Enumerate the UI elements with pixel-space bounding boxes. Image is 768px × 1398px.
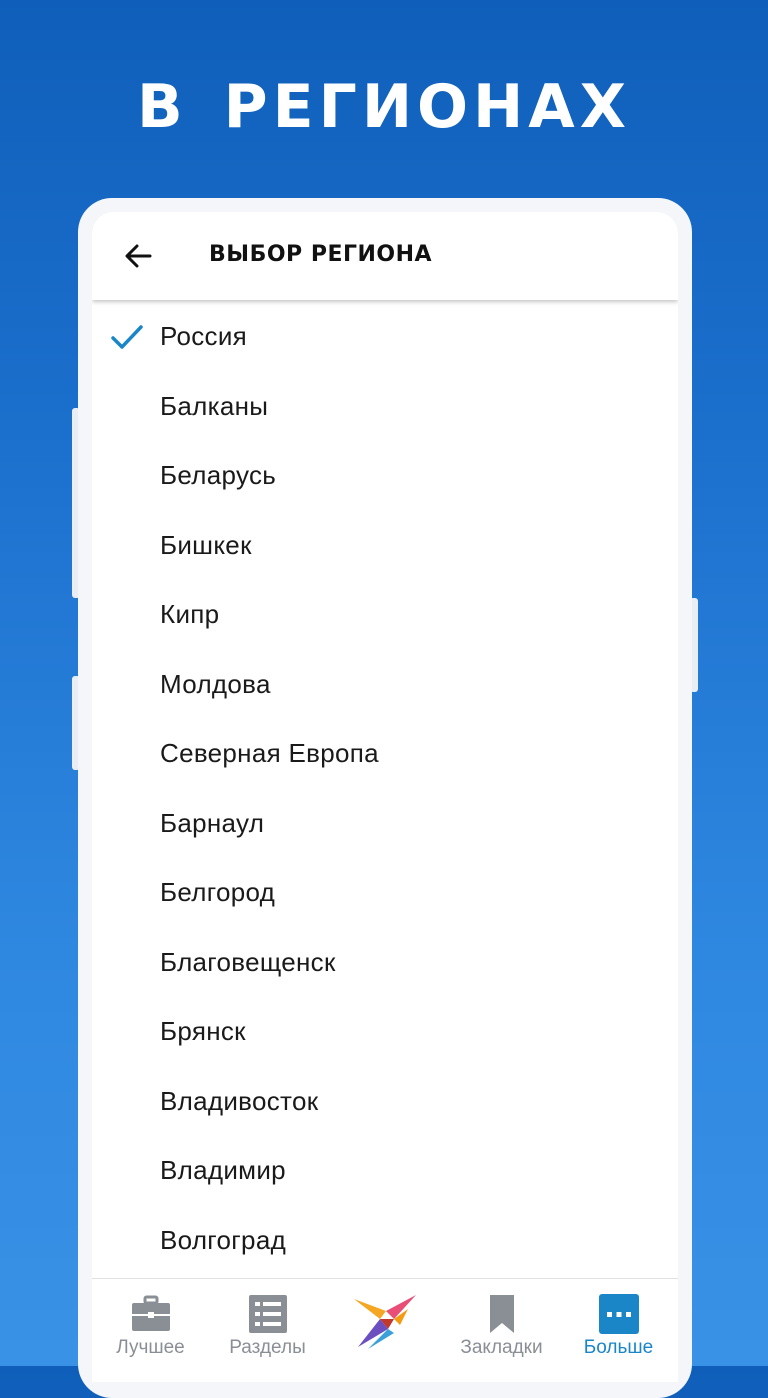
promo-title: В РЕГИОНАХ [137,72,631,142]
back-button[interactable] [118,236,158,276]
region-label: Благовещенск [160,946,336,977]
nav-label: Больше [583,1337,654,1358]
region-item-cyprus[interactable]: Кипр [92,580,678,650]
region-label: Северная Европа [160,738,379,768]
region-item-blagoveshchensk[interactable]: Благовещенск [92,928,678,998]
arrow-left-icon [125,244,152,268]
region-label: Барнаул [160,807,265,838]
nav-item-home-logo[interactable] [326,1279,443,1382]
region-item-northern-europe[interactable]: Северная Европа [92,719,678,789]
nav-item-sections[interactable]: Разделы [209,1279,326,1382]
region-label: Кипр [160,599,220,629]
region-item-belgorod[interactable]: Белгород [92,858,678,928]
app-screen: ВЫБОР РЕГИОНА Россия Балканы Беларусь Би… [92,212,678,1382]
region-label: Волгоград [160,1224,287,1255]
region-label: Брянск [160,1016,246,1046]
nav-label: Лучшее [116,1337,185,1358]
page-title: ВЫБОР РЕГИОНА [209,242,433,267]
more-icon [599,1294,639,1334]
bookmark-icon [490,1295,514,1333]
region-item-moldova[interactable]: Молдова [92,650,678,720]
region-label: Белгород [160,877,276,907]
region-item-barnaul[interactable]: Барнаул [92,789,678,859]
region-item-vladivostok[interactable]: Владивосток [92,1067,678,1137]
region-label: Молдова [160,668,271,699]
region-item-balkans[interactable]: Балканы [92,372,678,442]
briefcase-icon [132,1295,170,1331]
region-label: Владимир [160,1155,286,1185]
region-item-bishkek[interactable]: Бишкек [92,511,678,581]
nav-label: Разделы [229,1337,306,1358]
region-item-belarus[interactable]: Беларусь [92,441,678,511]
region-list: Россия Балканы Беларусь Бишкек Кипр Молд… [92,302,678,1275]
nav-item-more[interactable]: Больше [560,1279,677,1382]
app-bar: ВЫБОР РЕГИОНА [92,212,678,300]
swallow-logo-icon [354,1295,416,1349]
region-label: Балканы [160,390,269,421]
region-label: Россия [160,321,248,351]
region-label: Бишкек [160,529,252,560]
bottom-nav: Лучшее Разделы Закладки Больше [92,1278,678,1382]
region-item-russia[interactable]: Россия [92,302,678,372]
region-item-vladimir[interactable]: Владимир [92,1136,678,1206]
check-icon [111,325,143,349]
list-icon [249,1295,287,1333]
region-item-bryansk[interactable]: Брянск [92,997,678,1067]
nav-label: Закладки [460,1337,543,1358]
nav-item-best[interactable]: Лучшее [92,1279,209,1382]
region-label: Владивосток [160,1085,319,1116]
region-label: Беларусь [160,460,277,490]
region-item-volgograd[interactable]: Волгоград [92,1206,678,1276]
nav-item-bookmarks[interactable]: Закладки [443,1279,560,1382]
